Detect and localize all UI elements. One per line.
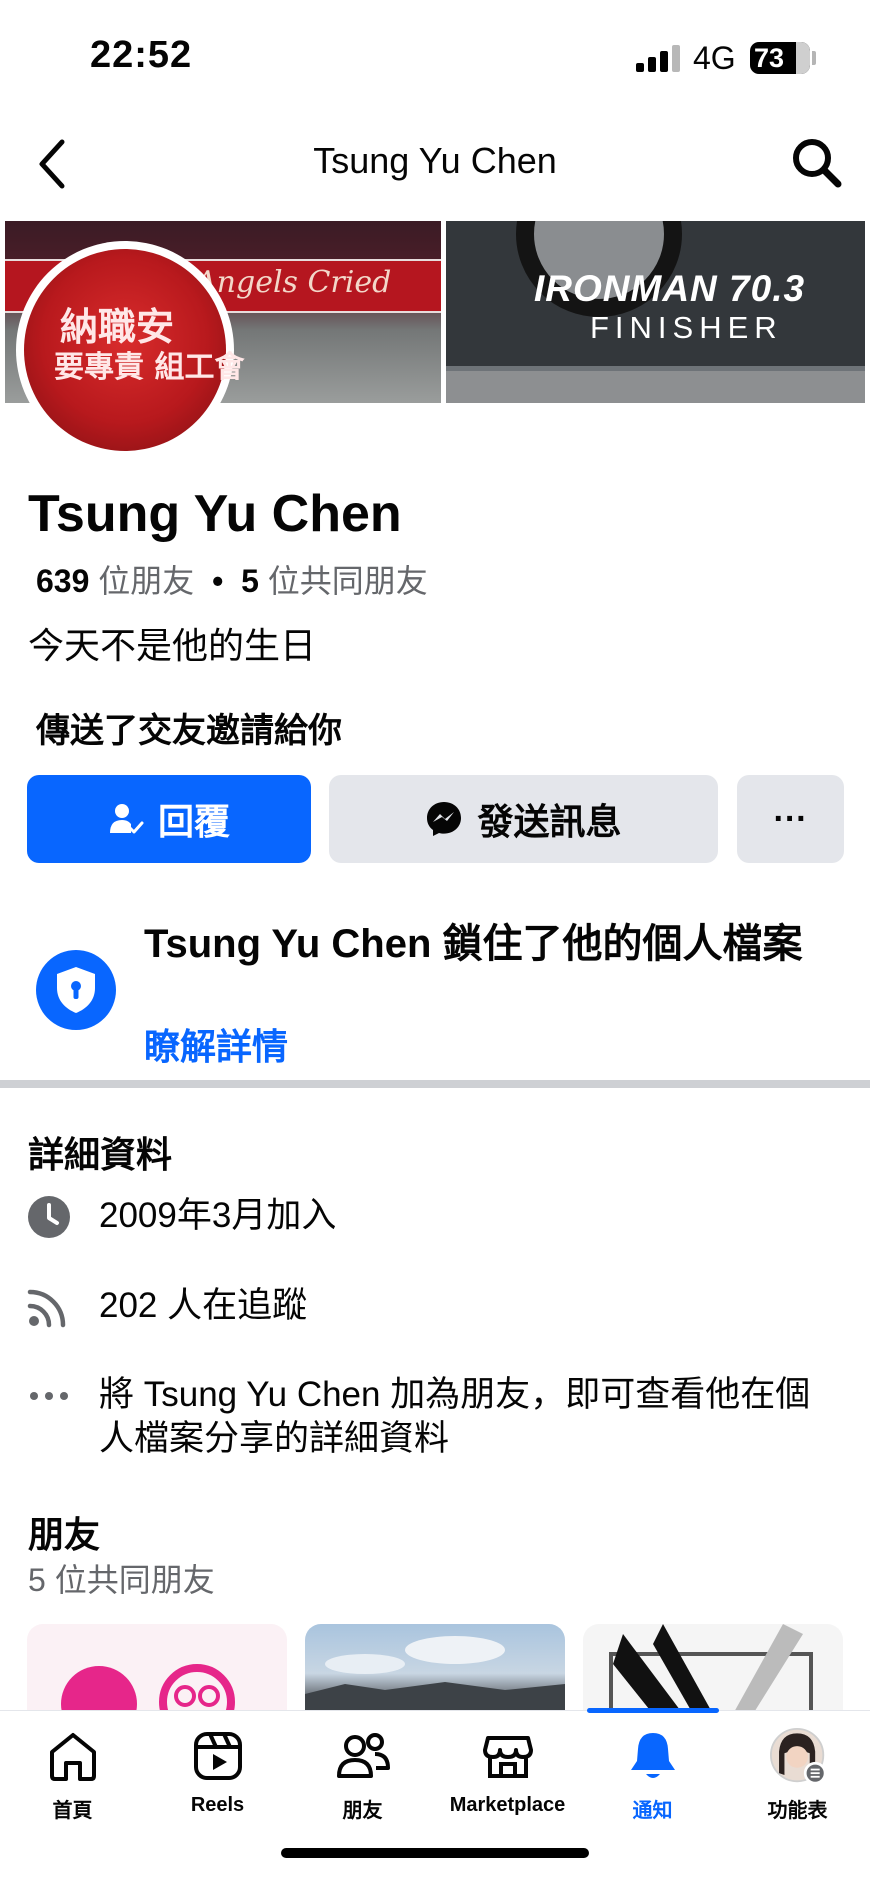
reels-icon bbox=[190, 1728, 246, 1784]
tab-notifications[interactable]: 通知 bbox=[580, 1728, 725, 1828]
cover-ironman-subtitle: FINISHER bbox=[590, 310, 783, 345]
profile-name: Tsung Yu Chen bbox=[28, 485, 402, 543]
more-options-button[interactable]: ··· bbox=[737, 775, 844, 863]
tab-menu-label: 功能表 bbox=[767, 1800, 828, 1822]
clock-icon bbox=[27, 1195, 71, 1239]
friends-icon bbox=[335, 1728, 391, 1784]
tab-menu[interactable]: 功能表 bbox=[725, 1728, 870, 1828]
friend-count: 639 bbox=[36, 563, 90, 599]
mutual-count: 5 bbox=[241, 563, 259, 599]
learn-more-link[interactable]: 瞭解詳情 bbox=[144, 1018, 288, 1070]
reply-label: 回覆 bbox=[157, 801, 230, 842]
send-message-label: 發送訊息 bbox=[477, 801, 622, 842]
more-dots-icon bbox=[27, 1374, 71, 1418]
tab-home-label: 首頁 bbox=[52, 1800, 93, 1822]
tab-home[interactable]: 首頁 bbox=[0, 1728, 145, 1828]
tab-marketplace[interactable]: Marketplace bbox=[435, 1728, 580, 1828]
rss-follow-icon bbox=[27, 1284, 71, 1328]
friend-counts[interactable]: 639 位朋友 • 5 位共同朋友 bbox=[36, 556, 428, 602]
birthday-note: 今天不是他的生日 bbox=[28, 625, 317, 666]
mutual-count-label: 位共同朋友 bbox=[267, 563, 428, 599]
friends-title: 朋友 bbox=[28, 1514, 101, 1555]
details-title: 詳細資料 bbox=[28, 1134, 173, 1175]
home-icon bbox=[45, 1728, 101, 1784]
active-tab-indicator bbox=[587, 1708, 719, 1713]
network-type: 4G bbox=[693, 40, 736, 76]
friend-count-label: 位朋友 bbox=[98, 563, 195, 599]
friend-card[interactable] bbox=[27, 1624, 287, 1714]
dot-separator: • bbox=[212, 563, 224, 599]
cover-ironman-title: IRONMAN 70.3 bbox=[534, 268, 806, 309]
messenger-icon bbox=[425, 800, 463, 838]
tab-marketplace-label: Marketplace bbox=[449, 1794, 566, 1816]
avatar-text-line2: 要專責 組工會 bbox=[54, 350, 245, 385]
battery-icon: 73 bbox=[750, 42, 810, 74]
menu-avatar-icon bbox=[769, 1728, 826, 1785]
locked-profile-text: Tsung Yu Chen 鎖住了他的個人檔案 bbox=[144, 922, 803, 966]
reply-button[interactable]: 回覆 bbox=[27, 775, 311, 863]
battery-cap bbox=[812, 51, 816, 65]
search-button[interactable] bbox=[790, 136, 844, 190]
add-friend-hint: 將 Tsung Yu Chen 加為朋友，即可查看他在個人檔案分享的詳細資料 bbox=[99, 1375, 811, 1458]
cover-banner-text: Angels Cried bbox=[195, 265, 392, 300]
home-indicator[interactable] bbox=[281, 1848, 589, 1858]
follower-count[interactable]: 202 人在追蹤 bbox=[99, 1284, 839, 1328]
tab-reels[interactable]: Reels bbox=[145, 1728, 290, 1828]
tab-friends[interactable]: 朋友 bbox=[290, 1728, 435, 1828]
joined-date: 2009年3月加入 bbox=[99, 1196, 337, 1235]
bell-icon bbox=[625, 1728, 681, 1784]
friend-request-note: 傳送了交友邀請給你 bbox=[36, 712, 342, 750]
marketplace-icon bbox=[480, 1728, 536, 1784]
send-message-button[interactable]: 發送訊息 bbox=[329, 775, 718, 863]
search-icon bbox=[793, 139, 842, 188]
friend-card[interactable] bbox=[583, 1624, 843, 1714]
person-check-icon bbox=[108, 801, 144, 837]
mutual-friends-subtitle: 5 位共同朋友 bbox=[28, 1562, 215, 1598]
page-title: Tsung Yu Chen bbox=[313, 140, 557, 181]
section-divider bbox=[0, 1080, 870, 1088]
cellular-signal-icon bbox=[636, 44, 680, 72]
friend-card[interactable] bbox=[305, 1624, 565, 1714]
status-time: 22:52 bbox=[90, 34, 193, 76]
battery-level: 73 bbox=[754, 43, 785, 73]
shield-lock-icon bbox=[36, 950, 116, 1030]
tab-notifications-label: 通知 bbox=[632, 1800, 673, 1822]
tab-reels-label: Reels bbox=[190, 1794, 245, 1816]
tab-friends-label: 朋友 bbox=[342, 1800, 383, 1822]
more-dots-label: ··· bbox=[773, 799, 808, 838]
